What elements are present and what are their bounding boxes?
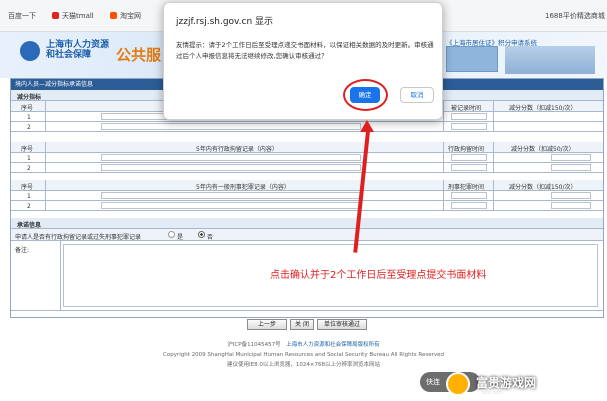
watermark-domain: xxx.com — [482, 390, 504, 396]
highlight-circle — [343, 79, 388, 111]
dialog-message: 友情提示：请于2个工作日后至受理点递交书面材料，以保证相关数据的及时更新。审核通… — [176, 41, 434, 60]
watermark-logo-icon — [446, 372, 470, 396]
watermark-brand: 富贵游戏网 — [476, 376, 537, 390]
annotation-text: 点击确认并于2个工作日后至受理点提交书面材料 — [270, 270, 487, 281]
dialog-host: jzzjf.rsj.sh.gov.cn 显示 — [176, 17, 274, 27]
confirm-cancel-button[interactable]: 取消 — [400, 87, 434, 103]
